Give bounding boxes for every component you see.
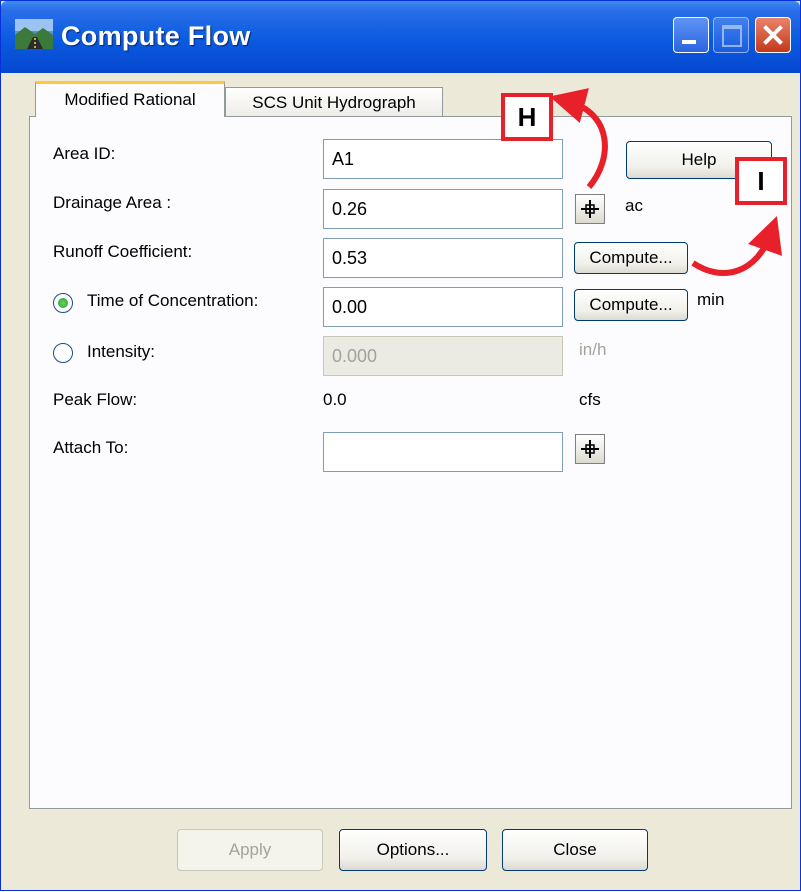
callout-i-arrow <box>691 216 783 276</box>
callout-i: I <box>735 157 787 205</box>
tab-modified-rational[interactable]: Modified Rational <box>35 81 225 117</box>
callout-h-arrow <box>549 88 608 189</box>
callout-h: H <box>501 93 553 141</box>
annotation-arrows <box>549 88 783 276</box>
compute-flow-window: Compute Flow Modified Rational SCS Unit … <box>0 0 801 891</box>
